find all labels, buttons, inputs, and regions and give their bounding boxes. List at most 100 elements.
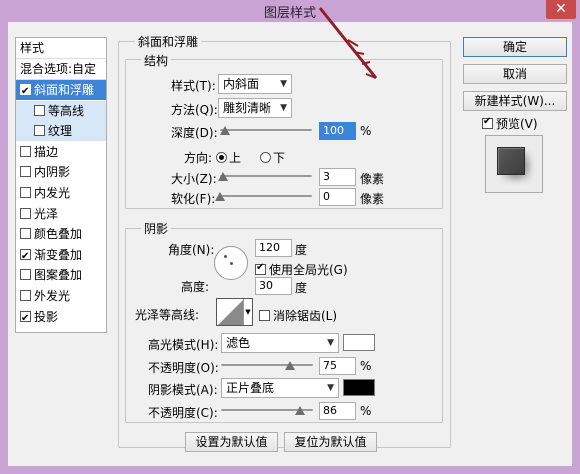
- style-item[interactable]: 纹理: [16, 121, 106, 142]
- checkbox-checked-icon[interactable]: [20, 82, 31, 102]
- contour-linear-icon: [218, 300, 243, 325]
- depth-unit: %: [360, 124, 372, 138]
- checkbox-checked-icon[interactable]: [20, 309, 31, 329]
- highlight-opacity-input[interactable]: 75: [319, 357, 356, 375]
- checkbox-unchecked-icon[interactable]: [20, 228, 31, 240]
- style-item-label: 渐变叠加: [34, 247, 83, 262]
- highlight-opacity-unit: %: [360, 359, 372, 373]
- checkbox-unchecked-icon[interactable]: [20, 187, 31, 198]
- style-item-label: 颜色叠加: [34, 227, 83, 242]
- shadow-mode-label: 阴影模式(A):: [148, 383, 218, 397]
- highlight-mode-value: 滤色: [226, 336, 251, 350]
- style-item-label: 光泽: [34, 206, 59, 221]
- altitude-input[interactable]: 30: [255, 277, 292, 295]
- altitude-label: 高度:: [181, 280, 210, 294]
- size-input[interactable]: 3: [319, 168, 356, 186]
- checkbox-unchecked-icon[interactable]: [20, 166, 31, 178]
- soften-unit: 像素: [360, 192, 385, 206]
- style-item[interactable]: 光泽: [16, 204, 106, 224]
- angle-input[interactable]: 120: [255, 239, 292, 257]
- style-item-label: 内发光: [34, 186, 71, 200]
- style-item[interactable]: 渐变叠加: [16, 245, 106, 267]
- style-item[interactable]: 图案叠加: [16, 265, 106, 285]
- direction-label: 方向:: [184, 151, 213, 165]
- depth-slider-thumb[interactable]: [219, 126, 230, 135]
- style-select-value: 内斜面: [223, 77, 260, 91]
- technique-select[interactable]: 雕刻清晰 ▼: [218, 98, 292, 118]
- soften-slider[interactable]: [220, 195, 312, 197]
- shadow-opacity-input[interactable]: 86: [319, 402, 356, 420]
- shadow-color-swatch[interactable]: [343, 379, 375, 396]
- chevron-down-icon: ▼: [280, 79, 287, 89]
- style-item[interactable]: 描边: [16, 142, 106, 162]
- highlight-opacity-label: 不透明度(O):: [148, 361, 219, 375]
- highlight-opacity-slider[interactable]: [221, 364, 313, 366]
- styles-header[interactable]: 样式: [16, 38, 106, 58]
- blend-options-item[interactable]: 混合选项:自定: [16, 59, 106, 79]
- checkbox-unchecked-icon[interactable]: [20, 269, 31, 281]
- highlight-opacity-thumb[interactable]: [285, 361, 295, 370]
- technique-label: 方法(Q):: [171, 103, 218, 117]
- altitude-unit: 度: [295, 281, 308, 295]
- size-slider[interactable]: [220, 175, 312, 177]
- style-item-label: 内阴影: [34, 165, 71, 180]
- style-item-label: 纹理: [48, 124, 73, 139]
- angle-dial-center: [230, 262, 233, 265]
- style-item[interactable]: 颜色叠加: [16, 224, 106, 244]
- make-default-button[interactable]: 设置为默认值: [185, 432, 278, 452]
- preview-checkbox[interactable]: 预览(V): [482, 115, 538, 132]
- soften-input[interactable]: 0: [319, 188, 356, 206]
- layer-style-dialog: 图层样式 ✕ 样式 混合选项:自定 斜面和浮雕等高线纹理描边内阴影内发光光泽颜色…: [0, 0, 580, 474]
- chevron-down-icon: ▼: [327, 383, 334, 393]
- depth-label: 深度(D):: [171, 126, 218, 140]
- technique-select-value: 雕刻清晰: [223, 101, 272, 115]
- checkbox-unchecked-icon[interactable]: [20, 290, 31, 301]
- depth-slider[interactable]: [220, 129, 312, 131]
- checkbox-checked-icon: [255, 262, 266, 275]
- dialog-body: 样式 混合选项:自定 斜面和浮雕等高线纹理描边内阴影内发光光泽颜色叠加渐变叠加图…: [8, 22, 572, 466]
- shading-title: 阴影: [141, 220, 172, 237]
- checkbox-unchecked-icon[interactable]: [20, 207, 31, 219]
- style-item-label: 投影: [34, 309, 59, 324]
- cancel-button[interactable]: 取消: [463, 64, 567, 84]
- direction-down-radio[interactable]: 下: [260, 149, 285, 166]
- style-item-label: 斜面和浮雕: [34, 83, 95, 97]
- highlight-mode-select[interactable]: 滤色 ▼: [221, 333, 339, 353]
- style-select[interactable]: 内斜面 ▼: [218, 74, 292, 94]
- gloss-contour-picker[interactable]: ▼: [216, 298, 253, 326]
- highlight-color-swatch[interactable]: [343, 334, 375, 351]
- radio-checked-icon: [216, 152, 227, 163]
- gloss-contour-label: 光泽等高线:: [135, 308, 200, 322]
- size-slider-thumb[interactable]: [217, 172, 228, 181]
- global-light-checkbox[interactable]: 使用全局光(G): [255, 261, 348, 278]
- shadow-opacity-thumb[interactable]: [295, 406, 306, 415]
- bevel-emboss-title: 斜面和浮雕: [135, 33, 202, 50]
- style-item[interactable]: 内阴影: [16, 162, 106, 182]
- checkbox-unchecked-icon[interactable]: [34, 125, 45, 137]
- soften-label: 软化(F):: [171, 192, 216, 206]
- checkbox-checked-icon[interactable]: [20, 247, 31, 267]
- style-item[interactable]: 外发光: [16, 286, 106, 306]
- style-item[interactable]: 等高线: [16, 100, 106, 121]
- ok-button[interactable]: 确定: [463, 37, 567, 57]
- title-bar: 图层样式 ✕: [0, 0, 580, 22]
- style-item[interactable]: 投影: [16, 307, 106, 329]
- style-item[interactable]: 斜面和浮雕: [16, 80, 106, 102]
- shadow-mode-select[interactable]: 正片叠底 ▼: [221, 378, 339, 398]
- close-button[interactable]: ✕: [546, 0, 576, 19]
- reset-default-button[interactable]: 复位为默认值: [284, 432, 377, 452]
- radio-unchecked-icon: [260, 152, 271, 163]
- checkbox-unchecked-icon: [259, 310, 270, 321]
- checkbox-unchecked-icon[interactable]: [20, 145, 31, 157]
- annotation-arrow: [318, 7, 378, 79]
- new-style-button[interactable]: 新建样式(W)...: [463, 91, 567, 111]
- style-item[interactable]: 内发光: [16, 183, 106, 203]
- contour-dropdown[interactable]: ▼: [243, 299, 252, 325]
- direction-up-radio[interactable]: 上: [216, 149, 241, 166]
- anti-alias-checkbox[interactable]: 消除锯齿(L): [259, 307, 337, 324]
- angle-dial[interactable]: [214, 246, 248, 280]
- soften-slider-thumb[interactable]: [215, 192, 225, 201]
- shadow-opacity-unit: %: [360, 404, 372, 418]
- depth-input[interactable]: 100: [319, 122, 356, 140]
- checkbox-unchecked-icon[interactable]: [34, 104, 45, 116]
